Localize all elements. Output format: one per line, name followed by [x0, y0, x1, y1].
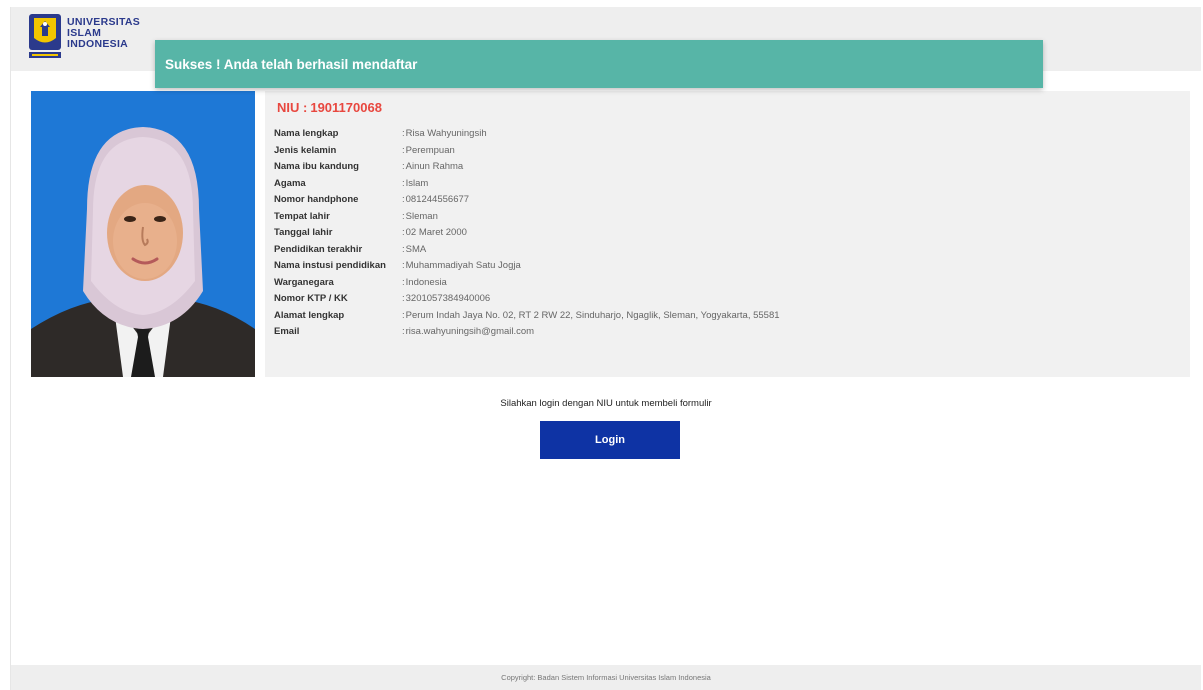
- detail-row-nama-instusi-pendidikan: Nama instusi pendidikan Muhammadiyah Sat…: [274, 258, 780, 275]
- detail-list: Nama lengkap Risa Wahyuningsih Jenis kel…: [274, 126, 780, 341]
- detail-label: Jenis kelamin: [274, 144, 337, 156]
- niu-heading: NIU :1901170068: [274, 100, 382, 115]
- detail-value: Risa Wahyuningsih: [402, 126, 487, 143]
- detail-value: Ainun Rahma: [402, 159, 464, 176]
- detail-row-nomor-handphone: Nomor handphone 081244556677: [274, 192, 780, 209]
- university-logo[interactable]: UNIVERSITAS ISLAM INDONESIA: [29, 14, 140, 58]
- detail-row-tanggal-lahir: Tanggal lahir 02 Maret 2000: [274, 225, 780, 242]
- detail-value: Muhammadiyah Satu Jogja: [402, 258, 521, 275]
- detail-label: Nama ibu kandung: [274, 161, 359, 172]
- detail-row-pendidikan-terakhir: Pendidikan terakhir SMA: [274, 242, 780, 259]
- detail-row-agama: Agama Islam: [274, 176, 780, 193]
- detail-label: Nomor KTP / KK: [274, 293, 348, 304]
- page-frame: UNIVERSITAS ISLAM INDONESIA NIU: 190117…: [10, 7, 1201, 690]
- detail-label: Alamat lengkap: [274, 309, 345, 321]
- detail-label: Agama: [274, 177, 306, 189]
- detail-value: SMA: [402, 242, 427, 259]
- detail-label: Pendidikan terakhir: [274, 243, 363, 255]
- registration-details-panel: NIU :1901170068 Nama lengkap Risa Wahyun…: [265, 91, 1190, 377]
- detail-row-email: Email risa.wahyuningsih@gmail.com: [274, 324, 780, 341]
- detail-value: Indonesia: [402, 275, 447, 292]
- detail-label: Tanggal lahir: [274, 227, 333, 238]
- login-button[interactable]: Login: [540, 421, 680, 459]
- detail-value: 02 Maret 2000: [402, 225, 467, 242]
- detail-row-alamat-lengkap: Alamat lengkap Perum Indah Jaya No. 02, …: [274, 308, 780, 325]
- logo-wordmark: UNIVERSITAS ISLAM INDONESIA: [67, 17, 140, 50]
- copyright-text: Copyright: Badan Sistem Informasi Univer…: [501, 673, 711, 682]
- detail-row-tempat-lahir: Tempat lahir Sleman: [274, 209, 780, 226]
- detail-value: Perempuan: [402, 143, 455, 160]
- uii-emblem-icon: [29, 14, 61, 58]
- logo-line-3: INDONESIA: [67, 38, 129, 50]
- success-toast: Sukses ! Anda telah berhasil mendaftar: [155, 40, 1043, 88]
- footer: Copyright: Badan Sistem Informasi Univer…: [11, 665, 1201, 690]
- login-instruction: Silahkan login dengan NIU untuk membeli …: [500, 398, 712, 409]
- detail-row-nama-lengkap: Nama lengkap Risa Wahyuningsih: [274, 126, 780, 143]
- detail-value: 3201057384940006: [402, 291, 491, 308]
- detail-row-jenis-kelamin: Jenis kelamin Perempuan: [274, 143, 780, 160]
- detail-label: Tempat lahir: [274, 210, 330, 222]
- detail-label: Nama lengkap: [274, 128, 339, 139]
- niu-label: NIU :: [277, 100, 308, 115]
- detail-label: Nama instusi pendidikan: [274, 260, 386, 271]
- detail-value: 081244556677: [402, 192, 469, 209]
- detail-value: Sleman: [402, 209, 438, 226]
- detail-row-nomor-ktp-kk: Nomor KTP / KK 3201057384940006: [274, 291, 780, 308]
- niu-value: 1901170068: [310, 100, 382, 115]
- detail-value: risa.wahyuningsih@gmail.com: [402, 324, 534, 341]
- detail-label: Nomor handphone: [274, 194, 359, 205]
- detail-row-nama-ibu-kandung: Nama ibu kandung Ainun Rahma: [274, 159, 780, 176]
- profile-photo: [31, 91, 255, 377]
- detail-row-warganegara: Warganegara Indonesia: [274, 275, 780, 292]
- detail-label: Warganegara: [274, 276, 334, 288]
- toast-message: Sukses ! Anda telah berhasil mendaftar: [165, 56, 418, 72]
- detail-value: Islam: [402, 176, 429, 193]
- detail-value: Perum Indah Jaya No. 02, RT 2 RW 22, Sin…: [402, 308, 780, 325]
- detail-label: Email: [274, 326, 300, 337]
